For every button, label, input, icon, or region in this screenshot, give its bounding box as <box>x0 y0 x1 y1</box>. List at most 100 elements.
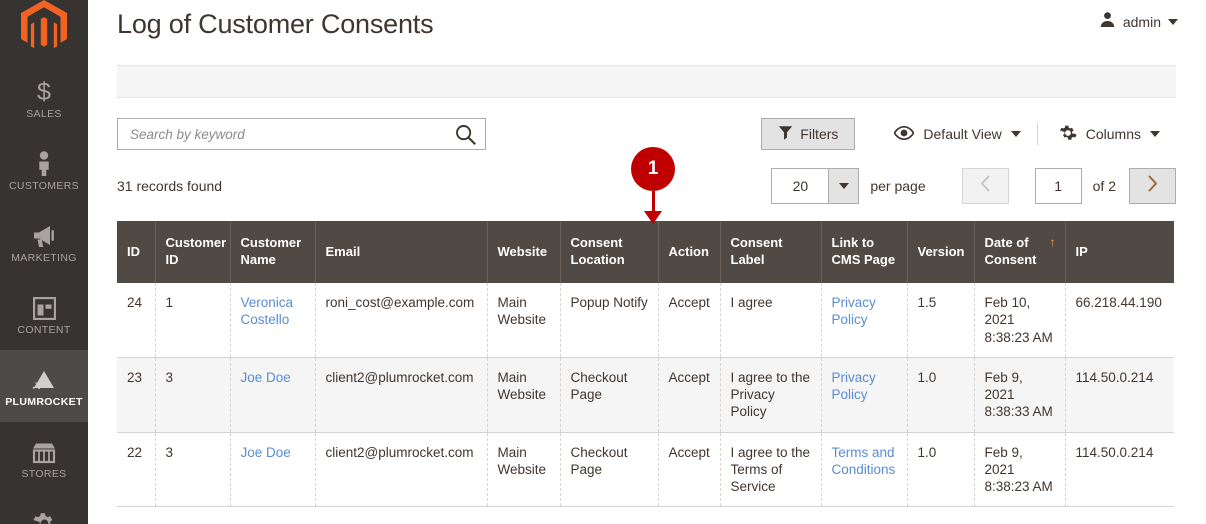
eye-icon <box>893 125 915 143</box>
cell-customer-name: Joe Doe <box>230 432 316 508</box>
link-cms-page[interactable]: Privacy Policy <box>832 295 876 327</box>
column-header[interactable]: Customer Name <box>230 221 316 283</box>
per-page-select[interactable]: 20 <box>771 168 860 204</box>
cell-id: 24 <box>117 283 156 358</box>
table-row[interactable]: 24 1 Veronica Costello roni_cost@example.co… <box>117 283 1174 358</box>
column-header[interactable]: Consent Location <box>560 221 659 283</box>
toolbar-actions: Filters Default View Columns <box>761 118 1176 150</box>
column-header[interactable]: Link to CMS Page <box>821 221 908 283</box>
search-icon[interactable] <box>455 124 476 145</box>
sort-ascending-icon: ↑ <box>1049 235 1056 250</box>
admin-page: $ SALES CUSTOMERS MARKETING CONTENT PLUM… <box>0 0 1206 524</box>
columns-label: Columns <box>1085 126 1141 142</box>
cell-action: Accept <box>658 357 721 433</box>
sidebar-item-label: MARKETING <box>11 251 77 264</box>
columns-selector[interactable]: Columns <box>1043 118 1176 150</box>
next-page-button[interactable] <box>1129 168 1176 204</box>
column-header[interactable]: ID <box>117 221 156 283</box>
sidebar-item-content[interactable]: CONTENT <box>0 278 88 350</box>
filters-button-label: Filters <box>800 126 839 142</box>
sidebar-item-label: CUSTOMERS <box>8 179 80 192</box>
messages-bar <box>117 65 1176 98</box>
data-grid-container: ID Customer ID Customer Name Email Website Co… <box>117 221 1176 508</box>
cell-consent-label: I agree to the Terms of Service <box>720 432 822 508</box>
cell-email: client2@plumrocket.com <box>315 357 488 433</box>
cell-consent-location: Popup Notify <box>560 283 659 358</box>
per-page-value: 20 <box>792 178 809 194</box>
sidebar-item-plumrocket[interactable]: PLUMROCKET <box>0 350 88 422</box>
column-header[interactable]: Consent Label <box>720 221 822 283</box>
current-page-input[interactable] <box>1034 168 1082 204</box>
link-cms-page[interactable]: Terms and Conditions <box>832 445 896 477</box>
chevron-down-icon[interactable] <box>828 169 859 203</box>
cell-customer-id: 3 <box>155 357 231 433</box>
cell-customer-id: 1 <box>155 283 231 358</box>
chevron-down-icon <box>1168 19 1178 25</box>
admin-user-label: admin <box>1122 14 1161 30</box>
main-content: admin Log of Customer Consents Search by… <box>88 0 1206 524</box>
column-header[interactable]: Date of Consent ↑ <box>974 221 1066 283</box>
filters-button[interactable]: Filters <box>761 118 856 150</box>
search-box[interactable] <box>117 118 486 150</box>
column-header[interactable]: IP <box>1065 221 1174 283</box>
cell-id: 22 <box>117 432 156 508</box>
svg-text:$: $ <box>37 78 51 104</box>
column-header[interactable]: Version <box>907 221 975 283</box>
admin-user-menu[interactable]: admin <box>1099 11 1178 33</box>
total-pages-label: of 2 <box>1092 178 1116 194</box>
column-header-label: Date of Consent <box>984 235 1037 267</box>
sidebar-item-label: STORES <box>21 467 67 480</box>
link-cms-page[interactable]: Privacy Policy <box>832 370 876 402</box>
default-view-label: Default View <box>923 126 1002 142</box>
chevron-left-icon <box>980 175 991 197</box>
link-customer-name[interactable]: Joe Doe <box>241 445 291 460</box>
cell-date-of-consent: Feb 9, 2021 8:38:23 AM <box>974 432 1066 508</box>
magento-logo-icon[interactable] <box>0 0 88 52</box>
sidebar-item-sales[interactable]: $ SALES <box>0 62 88 134</box>
table-header: ID Customer ID Customer Name Email Website Co… <box>117 221 1174 283</box>
sidebar-item-label: PLUMROCKET <box>5 395 83 408</box>
storefront-icon <box>31 434 57 464</box>
column-header[interactable]: Customer ID <box>155 221 231 283</box>
plumrocket-icon <box>30 362 58 392</box>
default-view-selector[interactable]: Default View <box>878 118 1036 150</box>
cell-consent-label: I agree <box>720 283 822 358</box>
funnel-icon <box>778 125 793 143</box>
cell-date-of-consent: Feb 9, 2021 8:38:33 AM <box>974 357 1066 433</box>
cell-consent-label: I agree to the Privacy Policy <box>720 357 822 433</box>
table-row[interactable]: 23 3 Joe Doe client2@plumrocket.com Main Web… <box>117 357 1174 433</box>
grid-summary-row: 31 records found 20 per page 1 of 2 <box>117 168 1176 204</box>
dollar-icon: $ <box>34 74 54 104</box>
link-customer-name[interactable]: Veronica Costello <box>241 295 294 327</box>
cell-version: 1.0 <box>907 432 975 508</box>
sidebar-item-marketing[interactable]: MARKETING <box>0 206 88 278</box>
per-page-label: per page <box>870 178 926 194</box>
sidebar-item-customers[interactable]: CUSTOMERS <box>0 134 88 206</box>
column-header[interactable]: Email <box>315 221 488 283</box>
cell-website: Main Website <box>487 283 561 358</box>
gear-icon <box>32 506 57 524</box>
sidebar: $ SALES CUSTOMERS MARKETING CONTENT PLUM… <box>0 0 88 524</box>
sidebar-item-stores[interactable]: STORES <box>0 422 88 494</box>
search-input[interactable] <box>130 126 455 142</box>
table-row[interactable]: 22 3 Joe Doe client2@plumrocket.com Main Web… <box>117 432 1174 508</box>
gear-icon <box>1059 124 1077 145</box>
previous-page-button[interactable] <box>961 168 1009 204</box>
cell-email: roni_cost@example.com <box>315 283 488 358</box>
chevron-right-icon <box>1147 175 1158 197</box>
cell-id: 23 <box>117 357 156 433</box>
cell-date-of-consent: Feb 10, 2021 8:38:23 AM <box>974 283 1066 358</box>
user-avatar-icon <box>1099 11 1116 33</box>
cell-website: Main Website <box>487 357 561 433</box>
column-header[interactable]: Website <box>487 221 561 283</box>
cell-version: 1.0 <box>907 357 975 433</box>
link-customer-name[interactable]: Joe Doe <box>241 370 291 385</box>
cell-customer-id: 3 <box>155 432 231 508</box>
cell-consent-location: Checkout Page <box>560 432 659 508</box>
column-header[interactable]: Action <box>658 221 721 283</box>
cell-ip: 114.50.0.214 <box>1065 432 1174 508</box>
layout-icon <box>32 290 56 320</box>
sidebar-item-system[interactable]: SYSTEM <box>0 494 88 524</box>
page-title: Log of Customer Consents <box>117 9 434 39</box>
chevron-down-icon <box>1010 131 1021 137</box>
